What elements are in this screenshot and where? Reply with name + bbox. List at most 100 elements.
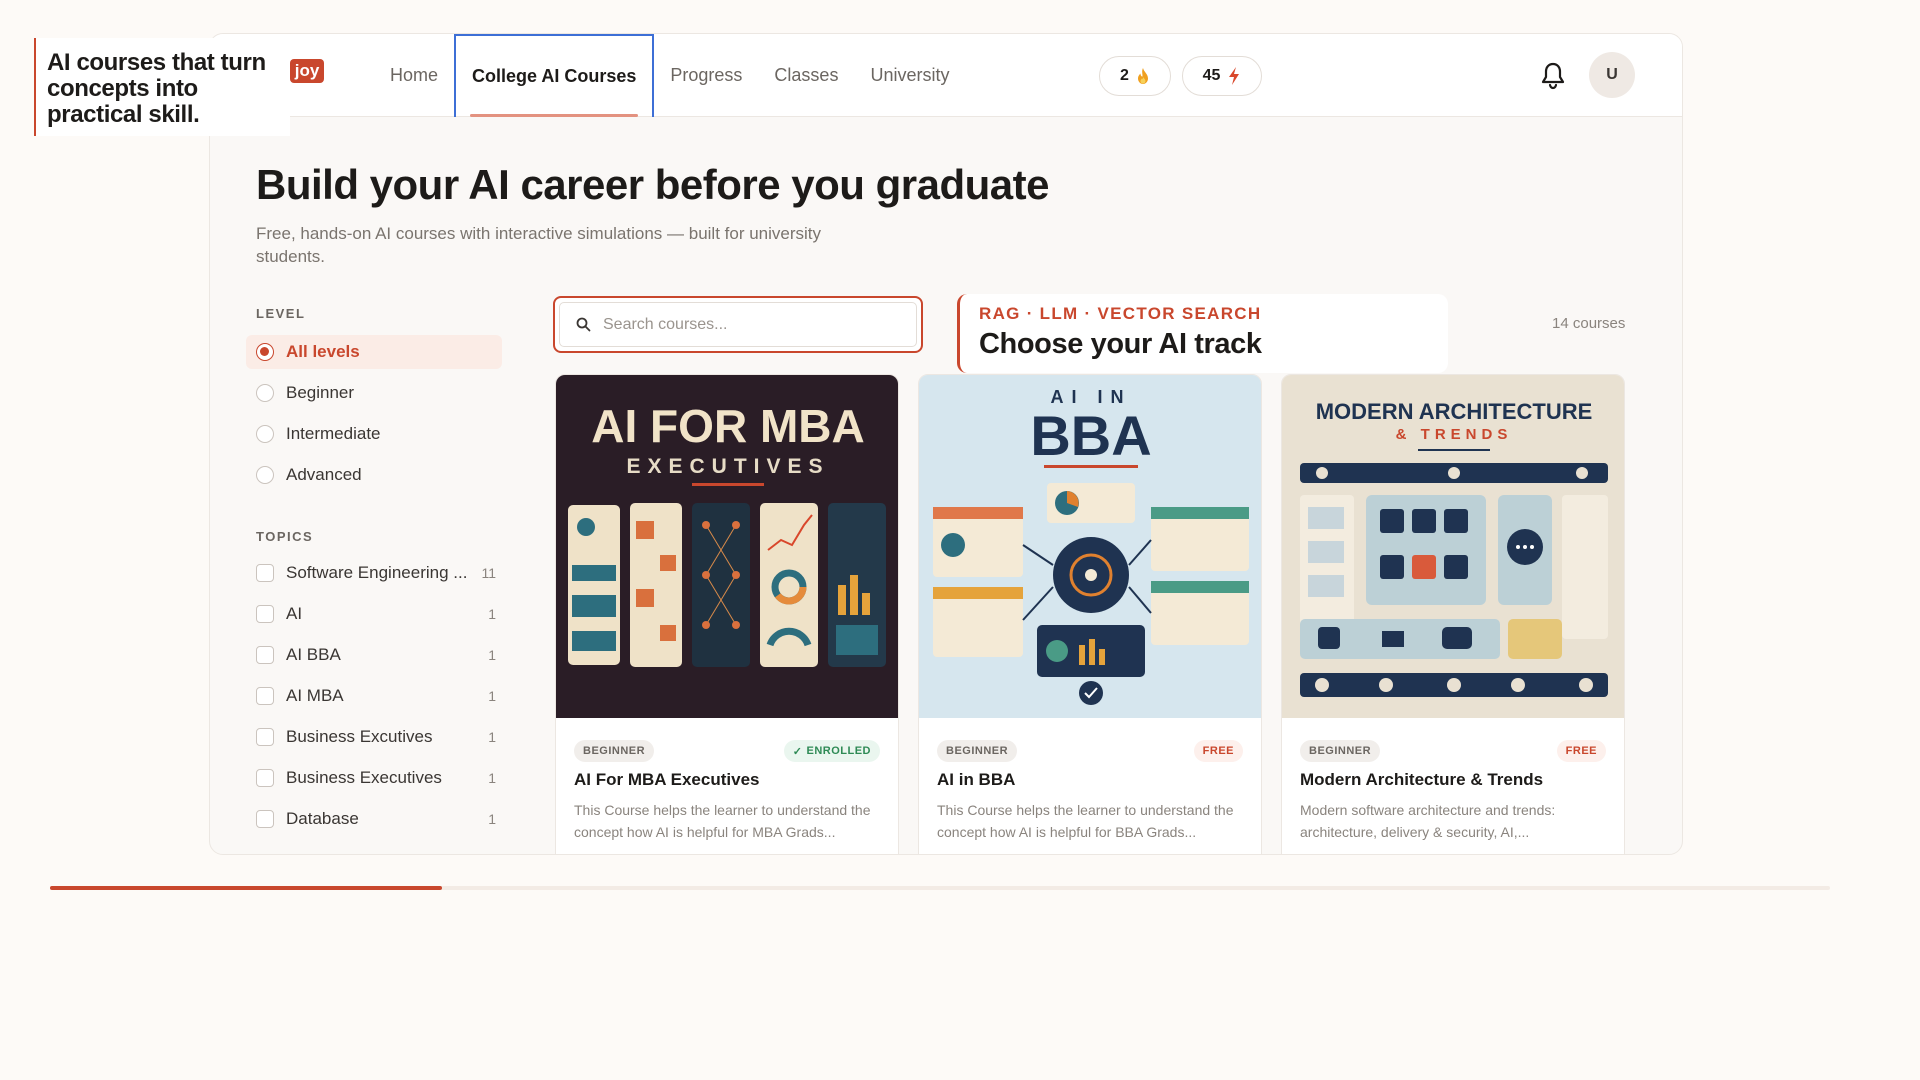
nav-progress[interactable]: Progress [654,34,758,117]
app-window: ni joy Home College AI Courses Progress … [209,33,1683,855]
topic-filter-ai[interactable]: AI 1 [256,600,496,628]
course-illustration: AI FOR MBA EXECUTIVES [568,400,886,667]
free-badge: FREE [1193,740,1243,762]
topic-filter-ai-bba[interactable]: AI BBA 1 [256,641,496,669]
course-title: AI in BBA [937,770,1016,789]
level-badge: BEGINNER [1300,740,1381,762]
topic-count: 1 [488,688,496,704]
topic-filter-business-excutives[interactable]: Business Excutives 1 [256,723,496,751]
level-badge: BEGINNER [937,740,1018,762]
course-thumbnail: MODERN ARCHITECTURE & TRENDS [1282,375,1624,718]
course-card-ai-for-mba[interactable]: AI FOR MBA EXECUTIVES BEGINNER ✓ ENROLLE… [555,374,899,854]
slide-progress-bar [50,886,1830,890]
topic-filter-ai-mba[interactable]: AI MBA 1 [256,682,496,710]
radio [256,384,274,402]
tagline-text: AI courses that turn concepts into pract… [47,49,266,128]
level-heading: LEVEL [256,306,306,321]
topic-count: 11 [481,565,496,581]
level-option-all[interactable]: All levels [246,335,502,369]
course-card-modern-architecture[interactable]: MODERN ARCHITECTURE & TRENDS BEGINNER FR… [1281,374,1625,854]
checkbox [256,810,274,828]
course-illustration: MODERN ARCHITECTURE & TRENDS [1300,399,1608,697]
streak-value: 2 [1120,67,1129,84]
checkbox [256,605,274,623]
xp-counter[interactable]: 45 [1182,56,1262,96]
page-title: Build your AI career before you graduate [256,161,1049,208]
track-heading: Choose your AI track [979,328,1262,360]
course-description: This Course helps the learner to underst… [574,802,871,840]
card-meta: BEGINNER FREE [1300,740,1606,762]
xp-value: 45 [1202,67,1221,84]
level-label: Advanced [286,465,362,484]
flame-icon [1137,68,1148,84]
lightning-icon [1229,67,1240,85]
topic-label: AI MBA [286,686,344,705]
level-label: All levels [286,342,360,361]
topic-label: Software Engineering ... [286,563,468,582]
status-label: ENROLLED [806,745,871,757]
course-title: Modern Architecture & Trends [1300,770,1544,789]
nav-university[interactable]: University [854,34,965,117]
thumbnail-subtitle: & TRENDS [1396,426,1513,443]
topic-count: 1 [488,606,496,622]
nav-classes[interactable]: Classes [758,34,854,117]
radio [256,425,274,443]
page-subtitle: Free, hands-on AI courses with interacti… [256,224,822,266]
course-illustration: AI IN BBA [933,387,1249,705]
search-box-highlight [553,296,923,353]
topic-filter-database[interactable]: Database 1 [256,805,496,833]
nav-college-ai-courses[interactable]: College AI Courses [454,34,655,117]
slide-progress-fill [50,886,442,890]
thumbnail-subtitle: EXECUTIVES [626,455,829,478]
search-input[interactable] [603,315,883,334]
radio-selected [256,343,274,361]
checkbox [256,769,274,787]
course-thumbnail: AI FOR MBA EXECUTIVES [556,375,898,718]
card-meta: BEGINNER FREE [937,740,1243,762]
checkbox [256,646,274,664]
topic-count: 1 [488,729,496,745]
slide: ni joy Home College AI Courses Progress … [0,0,1920,1080]
level-badge: BEGINNER [574,740,655,762]
level-label: Beginner [286,383,355,402]
track-callout: RAG · LLM · VECTOR SEARCH Choose your AI… [957,294,1448,373]
check-icon: ✓ [792,745,803,758]
bell-icon[interactable] [1538,60,1568,92]
free-badge: FREE [1556,740,1606,762]
topic-label: Business Excutives [286,727,433,746]
search-field[interactable] [559,302,917,347]
topic-filter-software-engineering[interactable]: Software Engineering ... 11 [256,559,496,587]
course-title: AI For MBA Executives [574,770,760,789]
enrolled-badge: ✓ ENROLLED [783,740,880,762]
course-description: This Course helps the learner to underst… [937,802,1234,840]
level-option-beginner[interactable]: Beginner [246,376,502,410]
level-option-intermediate[interactable]: Intermediate [246,417,502,451]
track-overline: RAG · LLM · VECTOR SEARCH [979,304,1262,323]
thumbnail-title: BBA [1030,404,1151,467]
checkbox [256,564,274,582]
main-nav: Home College AI Courses Progress Classes… [374,34,965,117]
topic-label: AI BBA [286,645,341,664]
user-avatar[interactable]: U [1589,52,1635,98]
course-thumbnail: AI IN BBA [919,375,1261,718]
course-description: Modern software architecture and trends:… [1300,802,1556,840]
topic-label: Database [286,809,359,828]
top-navbar: ni joy Home College AI Courses Progress … [210,34,1682,117]
streak-counter[interactable]: 2 [1099,56,1171,96]
topic-filter-business-executives[interactable]: Business Executives 1 [256,764,496,792]
topics-heading: TOPICS [256,529,314,544]
topic-label: Business Executives [286,768,442,787]
thumbnail-title: AI FOR MBA [591,400,864,452]
course-card-ai-in-bba[interactable]: AI IN BBA BEGINNER FREE AI in BBA This C… [918,374,1262,854]
topic-count: 1 [488,811,496,827]
brand-badge: joy [289,59,325,83]
card-meta: BEGINNER ✓ ENROLLED [574,740,880,762]
radio [256,466,274,484]
topic-count: 1 [488,770,496,786]
nav-home[interactable]: Home [374,34,454,117]
checkbox [256,687,274,705]
thumbnail-title: MODERN ARCHITECTURE [1316,399,1593,424]
level-option-advanced[interactable]: Advanced [246,458,502,492]
tagline-callout: AI courses that turn concepts into pract… [34,38,290,136]
topic-label: AI [286,604,303,623]
